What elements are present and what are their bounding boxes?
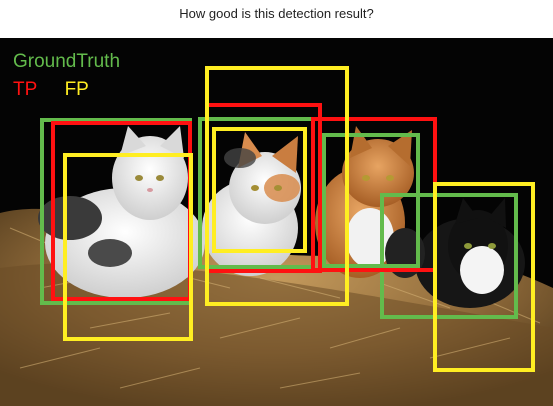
slide: How good is this detection result? Groun… xyxy=(0,0,553,406)
legend-tp-fp: TP FP xyxy=(13,79,89,101)
question-title: How good is this detection result? xyxy=(0,0,553,38)
legend-groundtruth-label: GroundTruth xyxy=(13,51,121,72)
legend-groundtruth: GroundTruth xyxy=(13,51,120,73)
false-positive-box xyxy=(212,127,307,253)
legend-fp-label: FP xyxy=(64,79,89,100)
false-positive-box xyxy=(433,182,535,372)
false-positive-box xyxy=(63,153,193,341)
legend-tp-label: TP xyxy=(13,79,38,100)
